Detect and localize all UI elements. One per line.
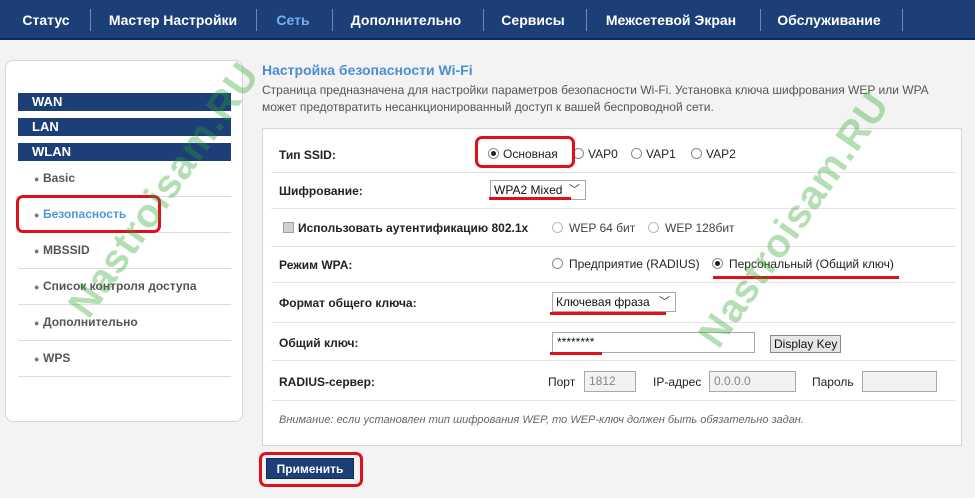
router-admin-page: Статус Мастер Настройки Сеть Дополнитель… — [0, 0, 975, 498]
wpa-personal-radio[interactable] — [712, 258, 723, 269]
sidebar-header-lan[interactable]: LAN — [18, 118, 231, 136]
ssid-radio-vap1-label: VAP1 — [646, 147, 676, 161]
page-description: Страница предназначена для настройки пар… — [262, 82, 962, 116]
chevron-down-icon: ﹀ — [659, 296, 670, 308]
sidebar-item-label: WPS — [43, 351, 71, 365]
sidebar-item-mbssid[interactable]: ● MBSSID — [18, 233, 231, 269]
page-title: Настройка безопасности Wi-Fi — [262, 62, 473, 78]
radius-ip-input[interactable]: 0.0.0.0 — [709, 371, 796, 392]
nav-setup-wizard[interactable]: Мастер Настройки — [100, 0, 246, 40]
key-format-value: Ключевая фраза — [556, 295, 650, 309]
nav-separator — [90, 9, 91, 31]
bullet-icon: ● — [34, 210, 40, 220]
nav-status[interactable]: Статус — [10, 0, 82, 40]
wep128-label: WEP 128бит — [665, 221, 735, 235]
description-line: может предотвратить несанкционированный … — [262, 100, 714, 114]
ssid-radio-vap1[interactable] — [631, 148, 642, 159]
sidebar: WAN LAN WLAN ● Basic ● Безопасность ● MB… — [5, 60, 243, 422]
ssid-type-label: Тип SSID: — [279, 148, 336, 162]
chevron-down-icon: ﹀ — [569, 184, 580, 196]
nav-network[interactable]: Сеть — [266, 0, 320, 40]
nav-separator — [332, 9, 333, 31]
wpa-mode-label: Режим WPA: — [279, 258, 353, 272]
security-form: Тип SSID: Основная VAP0 VAP1 VAP2 Шифров… — [262, 128, 962, 446]
sidebar-item-advanced[interactable]: ● Дополнительно — [18, 305, 231, 341]
nav-separator — [760, 9, 761, 31]
top-navigation: Статус Мастер Настройки Сеть Дополнитель… — [0, 0, 975, 40]
row-wpa-mode: Режим WPA: Предприятие (RADIUS) Персонал… — [271, 247, 956, 283]
sidebar-header-wan[interactable]: WAN — [18, 93, 231, 111]
encryption-label: Шифрование: — [279, 184, 363, 198]
sidebar-item-wps[interactable]: ● WPS — [18, 341, 231, 377]
key-format-select[interactable]: Ключевая фраза ﹀ — [552, 292, 676, 312]
wep128-radio[interactable] — [648, 222, 659, 233]
description-line: Страница предназначена для настройки пар… — [262, 83, 929, 97]
radius-password-label: Пароль — [812, 375, 854, 389]
ssid-radio-main[interactable] — [488, 148, 499, 159]
bullet-icon: ● — [34, 354, 40, 364]
sidebar-header-wlan[interactable]: WLAN — [18, 143, 231, 161]
ssid-radio-vap0-label: VAP0 — [588, 147, 618, 161]
display-key-button[interactable]: Display Key — [770, 335, 842, 353]
nav-separator — [256, 9, 257, 31]
nav-separator — [586, 9, 587, 31]
sidebar-item-label: Список контроля доступа — [43, 279, 197, 293]
key-format-label: Формат общего ключа: — [279, 296, 417, 310]
sidebar-item-label: Безопасность — [43, 207, 127, 221]
nav-separator — [902, 9, 903, 31]
nav-separator — [483, 9, 484, 31]
wpa-enterprise-label: Предприятие (RADIUS) — [569, 257, 700, 271]
row-8021x: Использовать аутентификацию 802.1x WEP 6… — [271, 209, 956, 247]
nav-firewall[interactable]: Межсетевой Экран — [596, 0, 746, 40]
radius-port-label: Порт — [548, 375, 576, 389]
encryption-select[interactable]: WPA2 Mixed ﹀ — [490, 180, 586, 200]
wep64-radio[interactable] — [552, 222, 563, 233]
ssid-radio-vap2[interactable] — [691, 148, 702, 159]
sidebar-item-access-control[interactable]: ● Список контроля доступа — [18, 269, 231, 305]
row-key-format: Формат общего ключа: Ключевая фраза ﹀ — [271, 283, 956, 323]
ssid-radio-vap2-label: VAP2 — [706, 147, 736, 161]
nav-advanced[interactable]: Дополнительно — [342, 0, 470, 40]
auth-8021x-checkbox[interactable] — [283, 222, 294, 233]
sidebar-item-label: Дополнительно — [43, 315, 138, 329]
nav-maintenance[interactable]: Обслуживание — [770, 0, 888, 40]
shared-key-input[interactable]: ******** — [552, 332, 755, 353]
wep-warning-note: Внимание: если установлен тип шифрования… — [279, 414, 804, 426]
wep64-label: WEP 64 бит — [569, 221, 636, 235]
sidebar-item-basic[interactable]: ● Basic — [18, 161, 231, 197]
shared-key-label: Общий ключ: — [279, 336, 359, 350]
radius-port-input[interactable]: 1812 — [584, 371, 636, 392]
bullet-icon: ● — [34, 246, 40, 256]
radius-ip-label: IP-адрес — [653, 375, 702, 389]
bullet-icon: ● — [34, 174, 40, 184]
nav-services[interactable]: Сервисы — [493, 0, 573, 40]
sidebar-item-label: Basic — [43, 171, 76, 185]
wpa-enterprise-radio[interactable] — [552, 258, 563, 269]
bullet-icon: ● — [34, 318, 40, 328]
wpa-personal-label: Персональный (Общий ключ) — [729, 257, 894, 271]
encryption-value: WPA2 Mixed — [494, 183, 563, 197]
radius-label: RADIUS-сервер: — [279, 375, 375, 389]
sidebar-item-label: MBSSID — [43, 243, 90, 257]
bullet-icon: ● — [34, 282, 40, 292]
row-radius: RADIUS-сервер: Порт 1812 IP-адрес 0.0.0.… — [271, 361, 956, 401]
auth-8021x-label: Использовать аутентификацию 802.1x — [298, 221, 529, 235]
row-shared-key: Общий ключ: ******** Display Key — [271, 323, 956, 361]
radius-password-input[interactable] — [862, 371, 937, 392]
sidebar-item-security[interactable]: ● Безопасность — [18, 197, 231, 233]
ssid-radio-vap0[interactable] — [573, 148, 584, 159]
apply-button[interactable]: Применить — [266, 458, 354, 479]
row-encryption: Шифрование: WPA2 Mixed ﹀ — [271, 173, 956, 209]
ssid-radio-main-label: Основная — [503, 147, 558, 161]
row-ssid-type: Тип SSID: Основная VAP0 VAP1 VAP2 — [271, 137, 956, 173]
